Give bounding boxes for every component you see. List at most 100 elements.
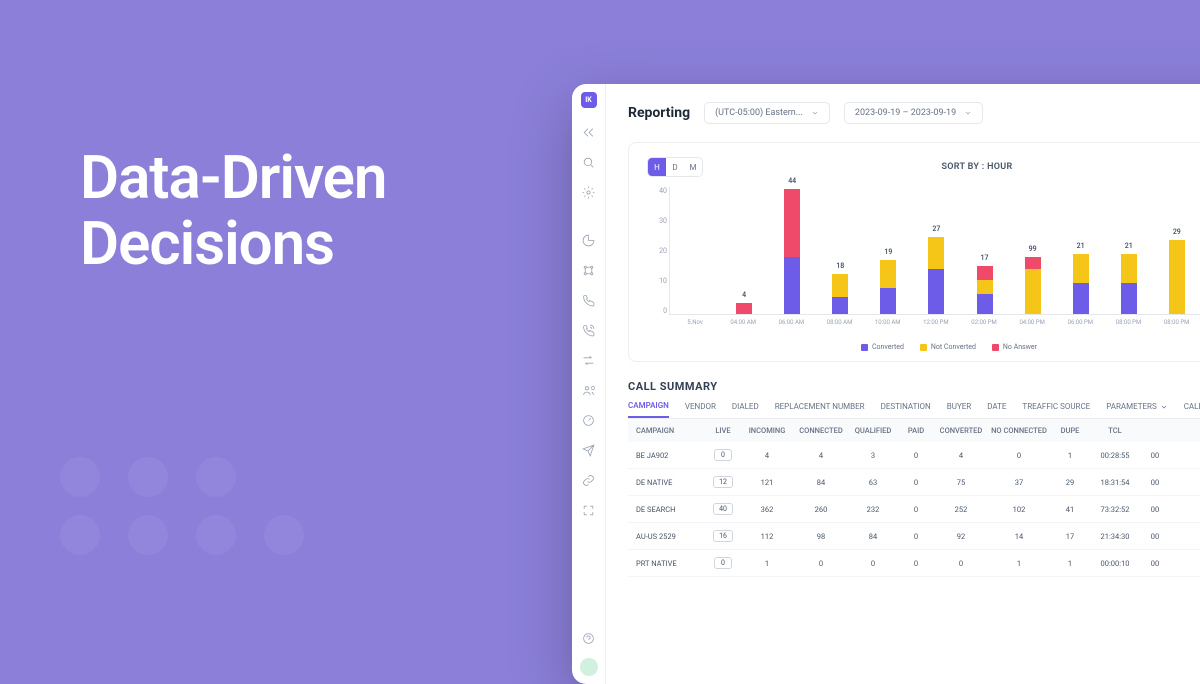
live-badge: 0 [714, 449, 732, 461]
table-cell: 1 [1050, 451, 1090, 460]
gauge-icon[interactable] [579, 410, 599, 430]
bar-value-label: 21 [1077, 242, 1085, 250]
table-row[interactable]: DE SEARCH4036226023202521024173:32:5200 [628, 496, 1200, 523]
live-badge: 0 [714, 557, 732, 569]
granularity-h[interactable]: H [648, 158, 666, 176]
table-cell: 1 [740, 559, 794, 568]
table-cell: PRT NATIVE [636, 559, 706, 568]
phone-ring-icon[interactable] [579, 320, 599, 340]
table-cell: 1 [1050, 559, 1090, 568]
table-cell: 92 [934, 532, 988, 541]
table-row[interactable]: BE JA9020443040100:28:5500 [628, 442, 1200, 469]
collapse-icon[interactable] [579, 122, 599, 142]
column-header[interactable]: TCL [1090, 426, 1140, 435]
tab-destination[interactable]: DESTINATION [881, 401, 931, 418]
bar-group[interactable]: 44 [772, 189, 812, 314]
column-header[interactable]: QUALIFIED [848, 426, 898, 435]
timezone-select[interactable]: (UTC-05:00) Eastern... [704, 102, 830, 124]
table-cell: 40 [706, 503, 740, 515]
tab-date[interactable]: DATE [987, 401, 1006, 418]
hero-headline: Data-Driven Decisions [80, 145, 386, 277]
help-icon[interactable] [579, 628, 599, 648]
phone-icon[interactable] [579, 290, 599, 310]
x-tick: 04:00 PM [1012, 315, 1052, 337]
pie-chart-icon[interactable] [579, 230, 599, 250]
chart-plot: 444181927179921212917 [669, 187, 1200, 315]
legend-swatch [861, 344, 868, 351]
app-logo[interactable]: IK [581, 92, 597, 108]
column-header[interactable]: LIVE [706, 426, 740, 435]
table-cell: 16 [706, 530, 740, 542]
table-cell: 0 [848, 559, 898, 568]
table-cell: 252 [934, 505, 988, 514]
bar-group[interactable]: 19 [868, 260, 908, 314]
legend-label: Not Converted [931, 343, 976, 351]
column-header[interactable]: CONVERTED [934, 426, 988, 435]
table-cell: 00 [1140, 532, 1170, 541]
table-cell: 41 [1050, 505, 1090, 514]
column-header[interactable]: NO CONNECTED [988, 426, 1050, 435]
bar-value-label: 4 [742, 291, 746, 299]
bar-segment-notconv [1169, 240, 1185, 314]
tab-buyer[interactable]: BUYER [947, 401, 971, 418]
tab-campaign[interactable]: CAMPAIGN [628, 401, 669, 418]
nodes-icon[interactable] [579, 260, 599, 280]
column-header[interactable]: DUPE [1050, 426, 1090, 435]
bar-group[interactable]: 99 [1012, 257, 1052, 314]
main-content: Reporting (UTC-05:00) Eastern... 2023-09… [606, 84, 1200, 684]
bar-group[interactable]: 21 [1060, 254, 1100, 314]
table-cell: 0 [898, 478, 934, 487]
column-header[interactable]: CONNECTED [794, 426, 848, 435]
expand-icon[interactable] [579, 500, 599, 520]
table-cell: 0 [794, 559, 848, 568]
column-header[interactable]: CAMPAIGN [636, 426, 706, 435]
tab-dialed[interactable]: DIALED [732, 401, 759, 418]
route-icon[interactable] [579, 350, 599, 370]
settings-icon[interactable] [579, 182, 599, 202]
table-cell: 98 [794, 532, 848, 541]
chart-legend: ConvertedNot ConvertedNo Answer [647, 343, 1200, 351]
users-icon[interactable] [579, 380, 599, 400]
page-title: Reporting [628, 105, 690, 121]
y-tick: 20 [647, 247, 667, 255]
table-cell: BE JA902 [636, 451, 706, 460]
column-header[interactable]: PAID [898, 426, 934, 435]
y-tick: 0 [647, 307, 667, 315]
bar-group[interactable]: 21 [1109, 254, 1149, 314]
granularity-d[interactable]: D [666, 158, 684, 176]
bar-value-label: 27 [932, 225, 940, 233]
table-row[interactable]: PRT NATIVE0100001100:00:1000 [628, 550, 1200, 577]
legend-swatch [992, 344, 999, 351]
table-cell: 4 [740, 451, 794, 460]
tab-caller-profile[interactable]: CALLER PROFILE [1184, 401, 1200, 418]
user-avatar[interactable] [580, 658, 598, 676]
send-icon[interactable] [579, 440, 599, 460]
search-icon[interactable] [579, 152, 599, 172]
table-cell: 0 [934, 559, 988, 568]
tab-replacement-number[interactable]: REPLACEMENT NUMBER [775, 401, 865, 418]
daterange-select[interactable]: 2023-09-19 – 2023-09-19 [844, 102, 983, 124]
bar-segment-notconv [928, 237, 944, 268]
chart-card: HDM SORT BY : HOUR 403020100 44418192717… [628, 142, 1200, 362]
table-cell: 121 [740, 478, 794, 487]
bar-segment-notconv [832, 274, 848, 297]
tab-treaffic-source[interactable]: TREAFFIC SOURCE [1022, 401, 1090, 418]
table-cell: 21:34:30 [1090, 532, 1140, 541]
granularity-m[interactable]: M [684, 158, 702, 176]
bar-group[interactable]: 17 [964, 266, 1004, 314]
hero-line-1: Data-Driven [80, 145, 386, 211]
table-header: CAMPAIGNLIVEINCOMINGCONNECTEDQUALIFIEDPA… [628, 419, 1200, 442]
column-header[interactable]: INCOMING [740, 426, 794, 435]
table-row[interactable]: AU-US 2529161129884092141721:34:3000 [628, 523, 1200, 550]
tab-parameters[interactable]: PARAMETERS [1106, 401, 1167, 418]
bar-group[interactable]: 29 [1157, 240, 1197, 314]
bar-group[interactable]: 18 [820, 274, 860, 314]
legend-item: Not Converted [920, 343, 976, 351]
table-row[interactable]: DE NATIVE121218463075372918:31:5400 [628, 469, 1200, 496]
bar-group[interactable]: 27 [916, 237, 956, 314]
sidebar: IK [572, 84, 606, 684]
hero-line-2: Decisions [80, 211, 386, 277]
bar-group[interactable]: 4 [724, 303, 764, 314]
link-icon[interactable] [579, 470, 599, 490]
tab-vendor[interactable]: VENDOR [685, 401, 716, 418]
